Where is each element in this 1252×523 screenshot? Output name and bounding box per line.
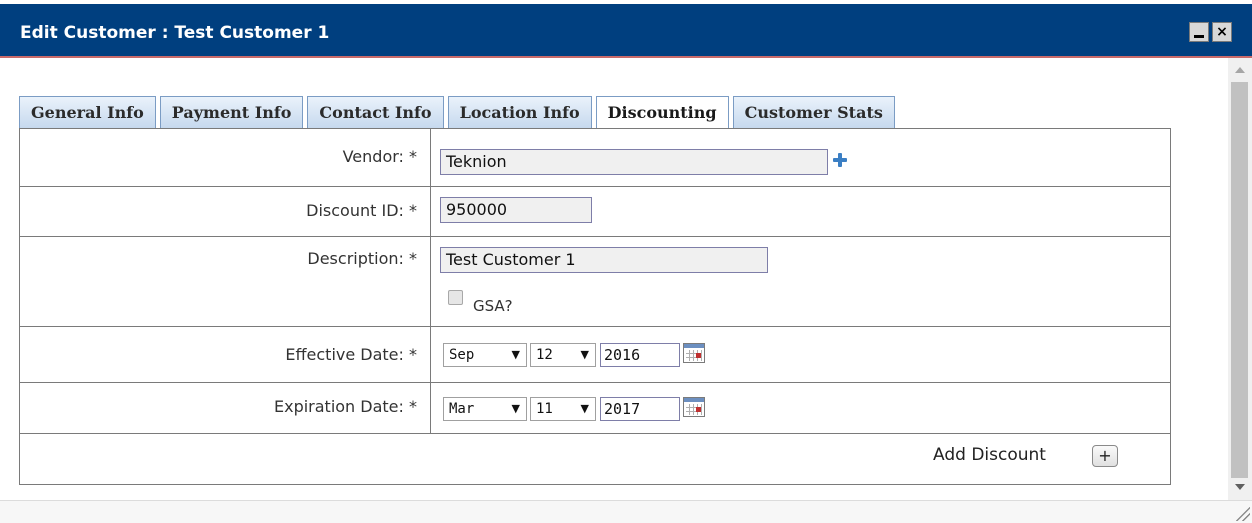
description-input[interactable]: Test Customer 1 xyxy=(440,247,768,273)
discount-id-input[interactable]: 950000 xyxy=(440,197,592,223)
vendor-field-cell: Teknion xyxy=(431,129,1170,186)
tab-bar: General Info Payment Info Contact Info L… xyxy=(19,96,895,129)
tab-general-info[interactable]: General Info xyxy=(19,96,156,128)
status-footer xyxy=(0,500,1252,523)
effective-day-select[interactable]: 12 ▼ xyxy=(530,343,596,367)
vendor-row: Vendor: * Teknion xyxy=(20,129,1170,187)
description-row: Description: * Test Customer 1 GSA? xyxy=(20,237,1170,327)
expiration-year-input[interactable]: 2017 xyxy=(600,397,680,421)
discount-id-label: Discount ID: * xyxy=(20,187,431,236)
effective-date-row: Effective Date: * Sep ▼ 12 ▼ 2016 xyxy=(20,327,1170,383)
effective-calendar-icon[interactable] xyxy=(683,343,705,363)
chevron-down-icon: ▼ xyxy=(511,402,520,415)
vendor-label: Vendor: * xyxy=(20,129,431,186)
expiration-calendar-icon[interactable] xyxy=(683,397,705,417)
chevron-down-icon: ▼ xyxy=(511,348,520,361)
discount-id-field-cell: 950000 xyxy=(431,187,1170,236)
add-vendor-plus-icon[interactable] xyxy=(833,153,847,167)
expiration-date-row: Expiration Date: * Mar ▼ 11 ▼ 2017 xyxy=(20,383,1170,434)
vendor-input[interactable]: Teknion xyxy=(440,149,828,175)
tab-contact-info[interactable]: Contact Info xyxy=(307,96,444,128)
minimize-button[interactable] xyxy=(1189,22,1209,42)
window-title: Edit Customer : Test Customer 1 xyxy=(20,23,330,43)
tab-location-info[interactable]: Location Info xyxy=(447,96,592,128)
gsa-checkbox[interactable] xyxy=(448,290,463,305)
discounting-form: Vendor: * Teknion Discount ID: * 950000 … xyxy=(19,128,1171,485)
expiration-month-select[interactable]: Mar ▼ xyxy=(443,397,527,421)
effective-month-select[interactable]: Sep ▼ xyxy=(443,343,527,367)
scroll-down-arrow-icon[interactable] xyxy=(1235,484,1245,490)
chevron-down-icon: ▼ xyxy=(580,402,589,415)
title-bar: Edit Customer : Test Customer 1 × xyxy=(0,0,1252,58)
expiration-day-select[interactable]: 11 ▼ xyxy=(530,397,596,421)
scroll-thumb[interactable] xyxy=(1231,82,1248,478)
effective-date-label: Effective Date: * xyxy=(20,327,431,382)
tab-discounting[interactable]: Discounting xyxy=(595,96,729,129)
gsa-label: GSA? xyxy=(473,297,513,315)
add-discount-button[interactable]: + xyxy=(1092,445,1118,467)
minimize-icon xyxy=(1194,35,1204,38)
expiration-date-field-cell: Mar ▼ 11 ▼ 2017 xyxy=(431,383,1170,433)
close-icon: × xyxy=(1216,24,1228,40)
resize-grip-icon[interactable] xyxy=(1236,507,1250,521)
vertical-scrollbar[interactable] xyxy=(1228,58,1252,500)
description-label: Description: * xyxy=(20,237,431,326)
description-field-cell: Test Customer 1 GSA? xyxy=(431,237,1170,326)
effective-year-input[interactable]: 2016 xyxy=(600,343,680,367)
tab-payment-info[interactable]: Payment Info xyxy=(159,96,304,128)
add-discount-label: Add Discount xyxy=(933,445,1046,465)
effective-date-field-cell: Sep ▼ 12 ▼ 2016 xyxy=(431,327,1170,382)
expiration-date-label: Expiration Date: * xyxy=(20,383,431,433)
tab-customer-stats[interactable]: Customer Stats xyxy=(732,96,895,128)
edit-customer-window: Edit Customer : Test Customer 1 × Genera… xyxy=(0,0,1252,523)
close-button[interactable]: × xyxy=(1212,22,1232,42)
scroll-up-arrow-icon[interactable] xyxy=(1235,67,1245,73)
discount-id-row: Discount ID: * 950000 xyxy=(20,187,1170,237)
chevron-down-icon: ▼ xyxy=(580,348,589,361)
